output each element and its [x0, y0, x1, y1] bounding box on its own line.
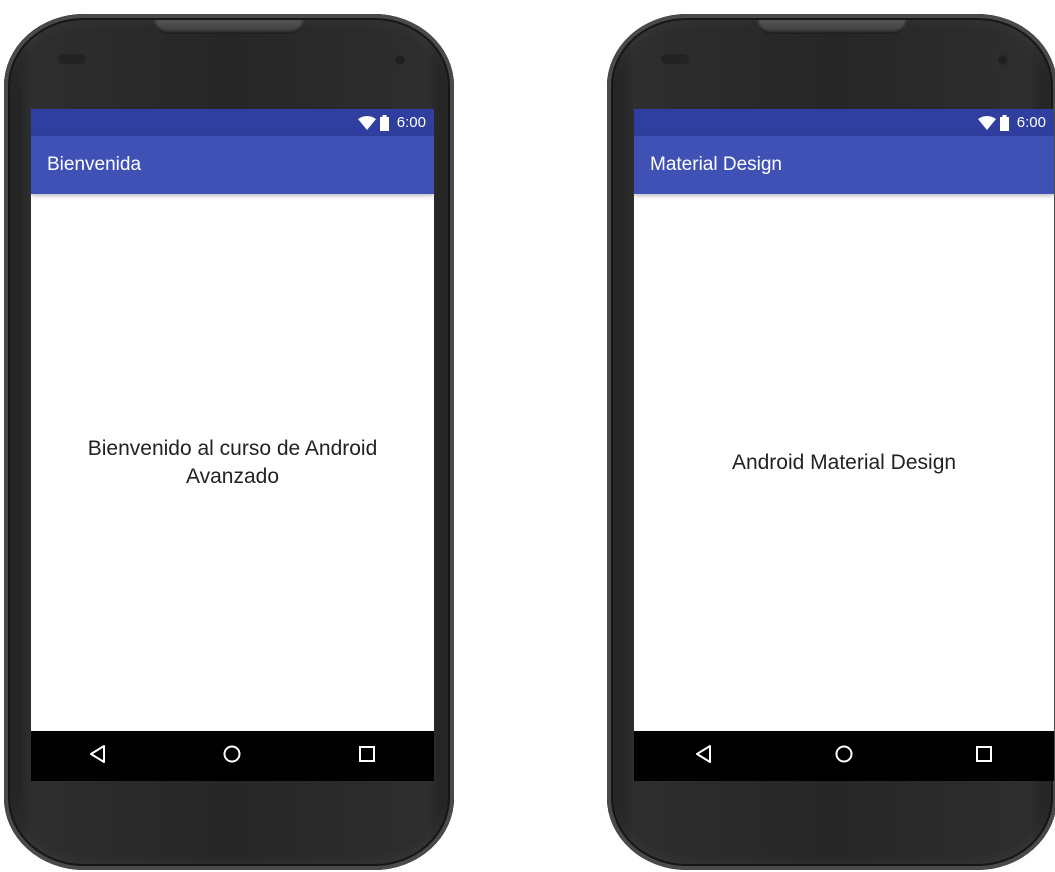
earpiece-speaker: [757, 20, 907, 34]
battery-icon: [999, 114, 1009, 131]
back-triangle-icon: [89, 744, 107, 768]
status-time: 6:00: [1016, 114, 1046, 131]
home-button[interactable]: [824, 736, 864, 776]
recents-square-icon: [976, 745, 992, 767]
main-content: Android Material Design: [634, 194, 1054, 731]
wifi-icon: [357, 115, 376, 130]
home-button[interactable]: [212, 736, 252, 776]
home-circle-icon: [223, 745, 241, 768]
back-button[interactable]: [78, 736, 118, 776]
front-camera: [997, 54, 1009, 66]
main-content: Bienvenido al curso de Android Avanzado: [31, 194, 434, 731]
app-bar: Bienvenida: [31, 136, 434, 194]
recents-square-icon: [358, 745, 375, 767]
phone-screen: 6:00 Material Design Android Material De…: [634, 109, 1054, 781]
status-bar: 6:00: [634, 109, 1054, 136]
content-text: Android Material Design: [731, 450, 957, 474]
proximity-sensor: [58, 54, 86, 64]
app-title: Bienvenida: [47, 154, 142, 175]
phone-screen: 6:00 Bienvenida Bienvenido al curso de A…: [31, 109, 434, 781]
navigation-bar: [31, 731, 434, 781]
recents-button[interactable]: [347, 736, 387, 776]
phone-device-bienvenida: 6:00 Bienvenida Bienvenido al curso de A…: [4, 14, 454, 870]
battery-icon: [379, 114, 389, 131]
app-title: Material Design: [650, 154, 782, 175]
proximity-sensor: [661, 54, 689, 64]
phone-device-material-design: 6:00 Material Design Android Material De…: [607, 14, 1055, 870]
earpiece-speaker: [154, 20, 304, 34]
front-camera: [394, 54, 406, 66]
status-time: 6:00: [396, 114, 426, 131]
back-triangle-icon: [695, 744, 713, 768]
home-circle-icon: [835, 745, 853, 768]
app-bar: Material Design: [634, 136, 1054, 194]
status-bar: 6:00: [31, 109, 434, 136]
back-button[interactable]: [684, 736, 724, 776]
recents-button[interactable]: [964, 736, 1004, 776]
navigation-bar: [634, 731, 1054, 781]
wifi-icon: [977, 115, 996, 130]
welcome-text: Bienvenido al curso de Android Avanzado: [87, 436, 378, 488]
